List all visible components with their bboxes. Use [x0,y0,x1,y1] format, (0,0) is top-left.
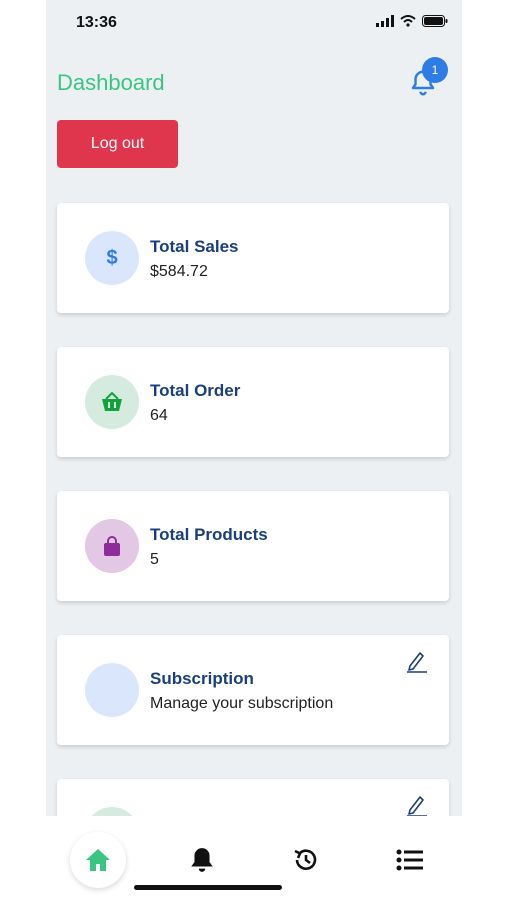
home-indicator[interactable] [134,885,282,890]
phone-screen: 13:36 Dashboard 1 Log out $ Total Sales … [46,0,462,900]
wifi-icon [400,15,416,27]
card-title: Subscription [150,669,254,688]
card-value: 64 [150,407,168,424]
page-title: Dashboard [57,70,165,95]
card-value: $584.72 [150,263,208,280]
card-total-sales[interactable]: $ Total Sales $584.72 [57,203,449,313]
basket-icon [102,391,122,411]
edit-icon[interactable] [405,649,429,673]
bag-icon [104,536,120,556]
subscription-icon-circle [85,663,139,717]
card-subscription[interactable]: Subscription Manage your subscription [57,635,449,745]
dollar-icon: $ [106,246,118,269]
card-total-order[interactable]: Total Order 64 [57,347,449,457]
card-title: Total Order [150,381,241,400]
bell-icon [191,848,213,872]
signal-icon [376,15,394,27]
nav-notifications[interactable] [174,832,230,888]
card-value: Manage your subscription [150,695,334,712]
order-icon-circle [85,375,139,429]
list-icon [396,849,423,871]
status-time: 13:36 [76,14,117,31]
status-icons [376,15,448,27]
nav-list[interactable] [382,832,438,888]
home-icon [86,849,110,871]
products-icon-circle [85,519,139,573]
nav-home[interactable] [70,832,126,888]
logout-button[interactable]: Log out [57,120,178,168]
sales-icon-circle: $ [85,231,139,285]
status-bar: 13:36 [46,0,462,48]
edit-icon[interactable] [405,793,429,817]
nav-history[interactable] [278,832,334,888]
card-title: Total Products [150,525,268,544]
history-icon [294,849,317,870]
card-total-products[interactable]: Total Products 5 [57,491,449,601]
battery-icon [422,15,448,27]
card-title: Total Sales [150,237,239,256]
notification-badge: 1 [422,57,448,83]
card-value: 5 [150,551,159,568]
